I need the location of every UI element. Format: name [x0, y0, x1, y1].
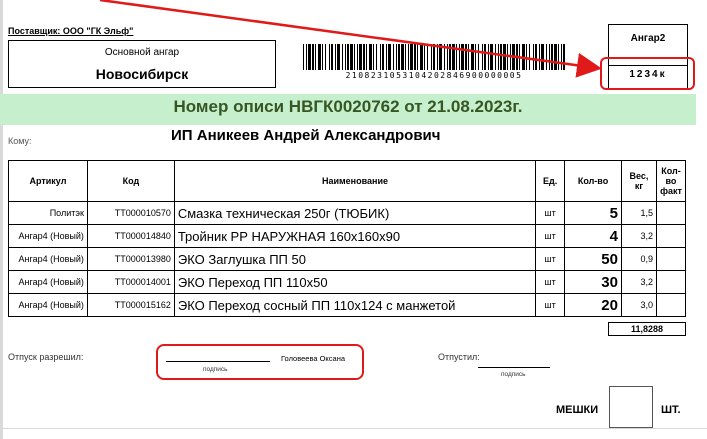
cell-article: Ангар4 (Новый) — [8, 247, 88, 271]
items-table: Артикул Код Наименование Ед. Кол-во Вес,… — [8, 160, 687, 317]
dispatch-label: Отпустил: — [438, 352, 480, 362]
sheet-edge — [0, 0, 3, 439]
cell-unit: шт — [535, 224, 566, 248]
header-fact: Кол-во факт — [655, 160, 687, 202]
cell-article: Ангар4 (Новый) — [8, 293, 88, 317]
header-article: Артикул — [8, 160, 88, 202]
table-row: Ангар4 (Новый) ТТ000014840 Тройник РР НА… — [8, 224, 687, 248]
cell-code: ТТ000010570 — [86, 201, 175, 225]
cell-article: Политэк — [8, 201, 88, 225]
header-qty: Кол-во — [564, 160, 622, 202]
warehouse-box: Основной ангар Новосибирск — [8, 40, 276, 88]
header-name: Наименование — [173, 160, 537, 202]
cell-weight: 3,0 — [620, 293, 657, 317]
cell-code: ТТ000013980 — [86, 247, 175, 271]
warehouse-label: Основной ангар — [104, 47, 180, 58]
dispatch-sign-caption: подпись — [501, 371, 526, 378]
cell-fact — [655, 201, 687, 225]
bags-count-box — [609, 386, 653, 428]
cell-fact — [655, 247, 687, 271]
cell-name: Смазка техническая 250г (ТЮБИК) — [173, 201, 537, 225]
cell-fact — [655, 270, 687, 294]
cell-code: ТТ000014840 — [86, 224, 175, 248]
cell-qty: 30 — [564, 270, 622, 294]
header-weight: Вес, кг — [620, 160, 657, 202]
cell-code: ТТ000014001 — [86, 270, 175, 294]
annotation-circle-signature — [156, 344, 364, 380]
cell-weight: 3,2 — [620, 270, 657, 294]
recipient-label: Кому: — [8, 136, 32, 146]
cell-qty: 5 — [564, 201, 622, 225]
cell-article: Ангар4 (Новый) — [8, 270, 88, 294]
cell-qty: 4 — [564, 224, 622, 248]
cell-qty: 50 — [564, 247, 622, 271]
total-weight: 11,8288 — [608, 322, 686, 336]
cell-name: ЭКО Заглушка ПП 50 — [173, 247, 537, 271]
barcode — [303, 44, 565, 70]
hangar-title: Ангар2 — [630, 33, 666, 44]
cell-fact — [655, 224, 687, 248]
bags-unit: ШТ. — [661, 404, 681, 416]
annotation-circle-code — [600, 57, 695, 90]
release-label: Отпуск разрешил: — [8, 352, 84, 362]
header-code: Код — [86, 160, 175, 202]
table-row: Политэк ТТ000010570 Смазка техническая 2… — [8, 201, 687, 225]
cell-weight: 1,5 — [620, 201, 657, 225]
cell-code: ТТ000015162 — [86, 293, 175, 317]
table-header-row: Артикул Код Наименование Ед. Кол-во Вес,… — [8, 160, 687, 202]
cell-fact — [655, 293, 687, 317]
dispatch-signature-line — [478, 367, 550, 368]
cell-article: Ангар4 (Новый) — [8, 224, 88, 248]
header-unit: Ед. — [535, 160, 566, 202]
cell-weight: 0,9 — [620, 247, 657, 271]
cell-unit: шт — [535, 293, 566, 317]
cell-name: ЭКО Переход сосный ПП 110х124 с манжетой — [173, 293, 537, 317]
document-title: Номер описи НВГК0020762 от 21.08.2023г. — [173, 97, 523, 116]
supplier-label: Поставщик: ООО "ГК Эльф" — [8, 26, 134, 36]
table-row: Ангар4 (Новый) ТТ000014001 ЭКО Переход П… — [8, 270, 687, 294]
cell-unit: шт — [535, 201, 566, 225]
cell-name: Тройник РР НАРУЖНАЯ 160х160х90 — [173, 224, 537, 248]
table-row: Ангар4 (Новый) ТТ000015162 ЭКО Переход с… — [8, 293, 687, 317]
cell-unit: шт — [535, 270, 566, 294]
cell-weight: 3,2 — [620, 224, 657, 248]
cell-unit: шт — [535, 247, 566, 271]
barcode-digits: 2108231053104202846900000005 — [345, 71, 523, 80]
cell-qty: 20 — [564, 293, 622, 317]
recipient-name: ИП Аникеев Андрей Александрович — [171, 127, 441, 144]
warehouse-city: Новосибирск — [95, 66, 189, 82]
sheet-bottom-edge — [0, 428, 707, 429]
cell-name: ЭКО Переход ПП 110х50 — [173, 270, 537, 294]
bags-label: МЕШКИ — [556, 404, 599, 416]
table-row: Ангар4 (Новый) ТТ000013980 ЭКО Заглушка … — [8, 247, 687, 271]
